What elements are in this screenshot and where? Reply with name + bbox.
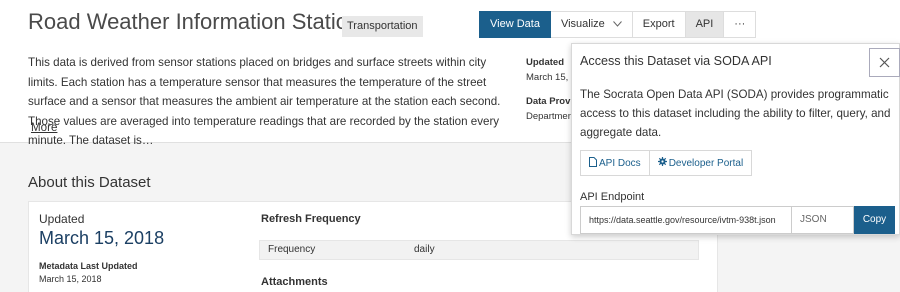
api-doc-links: API Docs Developer Portal — [580, 150, 753, 176]
export-button[interactable]: Export — [632, 11, 686, 38]
api-docs-button[interactable]: API Docs — [580, 150, 650, 176]
page-title: Road Weather Information Stations — [28, 9, 372, 34]
category-tag[interactable]: Transportation — [342, 16, 423, 37]
developer-portal-button[interactable]: Developer Portal — [649, 150, 753, 176]
updated-date: March 15, 2018 — [39, 228, 165, 248]
view-data-button[interactable]: View Data — [479, 11, 551, 38]
api-button[interactable]: API — [685, 11, 725, 38]
table-row: Frequency daily — [259, 240, 699, 260]
api-flyout-title: Access this Dataset via SODA API — [580, 54, 772, 68]
side-updated-value: March 15, 2 — [526, 72, 577, 83]
visualize-label: Visualize — [560, 18, 605, 30]
metadata-updated-label: Metadata Last Updated — [39, 261, 138, 271]
updated-label: Updated — [39, 212, 85, 226]
close-button[interactable] — [869, 48, 900, 77]
more-link[interactable]: More — [31, 121, 57, 134]
api-endpoint-field[interactable]: https://data.seattle.gov/resource/ivtm-9… — [580, 206, 792, 234]
developer-portal-label: Developer Portal — [668, 157, 744, 169]
format-select[interactable]: JSON — [792, 206, 854, 234]
refresh-frequency-heading: Refresh Frequency — [261, 213, 361, 225]
frequency-key: Frequency — [268, 244, 316, 255]
api-flyout-description: The Socrata Open Data API (SODA) provide… — [580, 88, 891, 139]
visualize-button[interactable]: Visualize — [550, 11, 633, 38]
api-docs-label: API Docs — [599, 157, 641, 169]
gear-icon — [657, 157, 667, 169]
side-metadata: Updated March 15, 2 Data Provi Departmen — [526, 55, 576, 124]
side-updated-label: Updated — [526, 57, 564, 68]
attachments-heading: Attachments — [261, 276, 328, 288]
api-endpoint-label: API Endpoint — [580, 191, 645, 203]
api-flyout: Access this Dataset via SODA API The Soc… — [571, 43, 900, 235]
action-toolbar: View Data Visualize Export API ··· — [479, 11, 757, 38]
chevron-down-icon — [612, 12, 622, 37]
side-provider-value: Departmen — [526, 111, 573, 122]
api-endpoint-row: https://data.seattle.gov/resource/ivtm-9… — [580, 206, 895, 234]
dataset-description: This data is derived from sensor station… — [28, 56, 501, 147]
metadata-updated-date: March 15, 2018 — [39, 274, 102, 284]
frequency-value: daily — [414, 244, 435, 255]
side-provider-label: Data Provi — [526, 96, 573, 107]
copy-button[interactable]: Copy — [854, 206, 895, 234]
about-section-title: About this Dataset — [28, 174, 151, 191]
document-icon — [589, 156, 597, 170]
close-icon — [879, 57, 890, 68]
more-options-button[interactable]: ··· — [724, 11, 757, 38]
